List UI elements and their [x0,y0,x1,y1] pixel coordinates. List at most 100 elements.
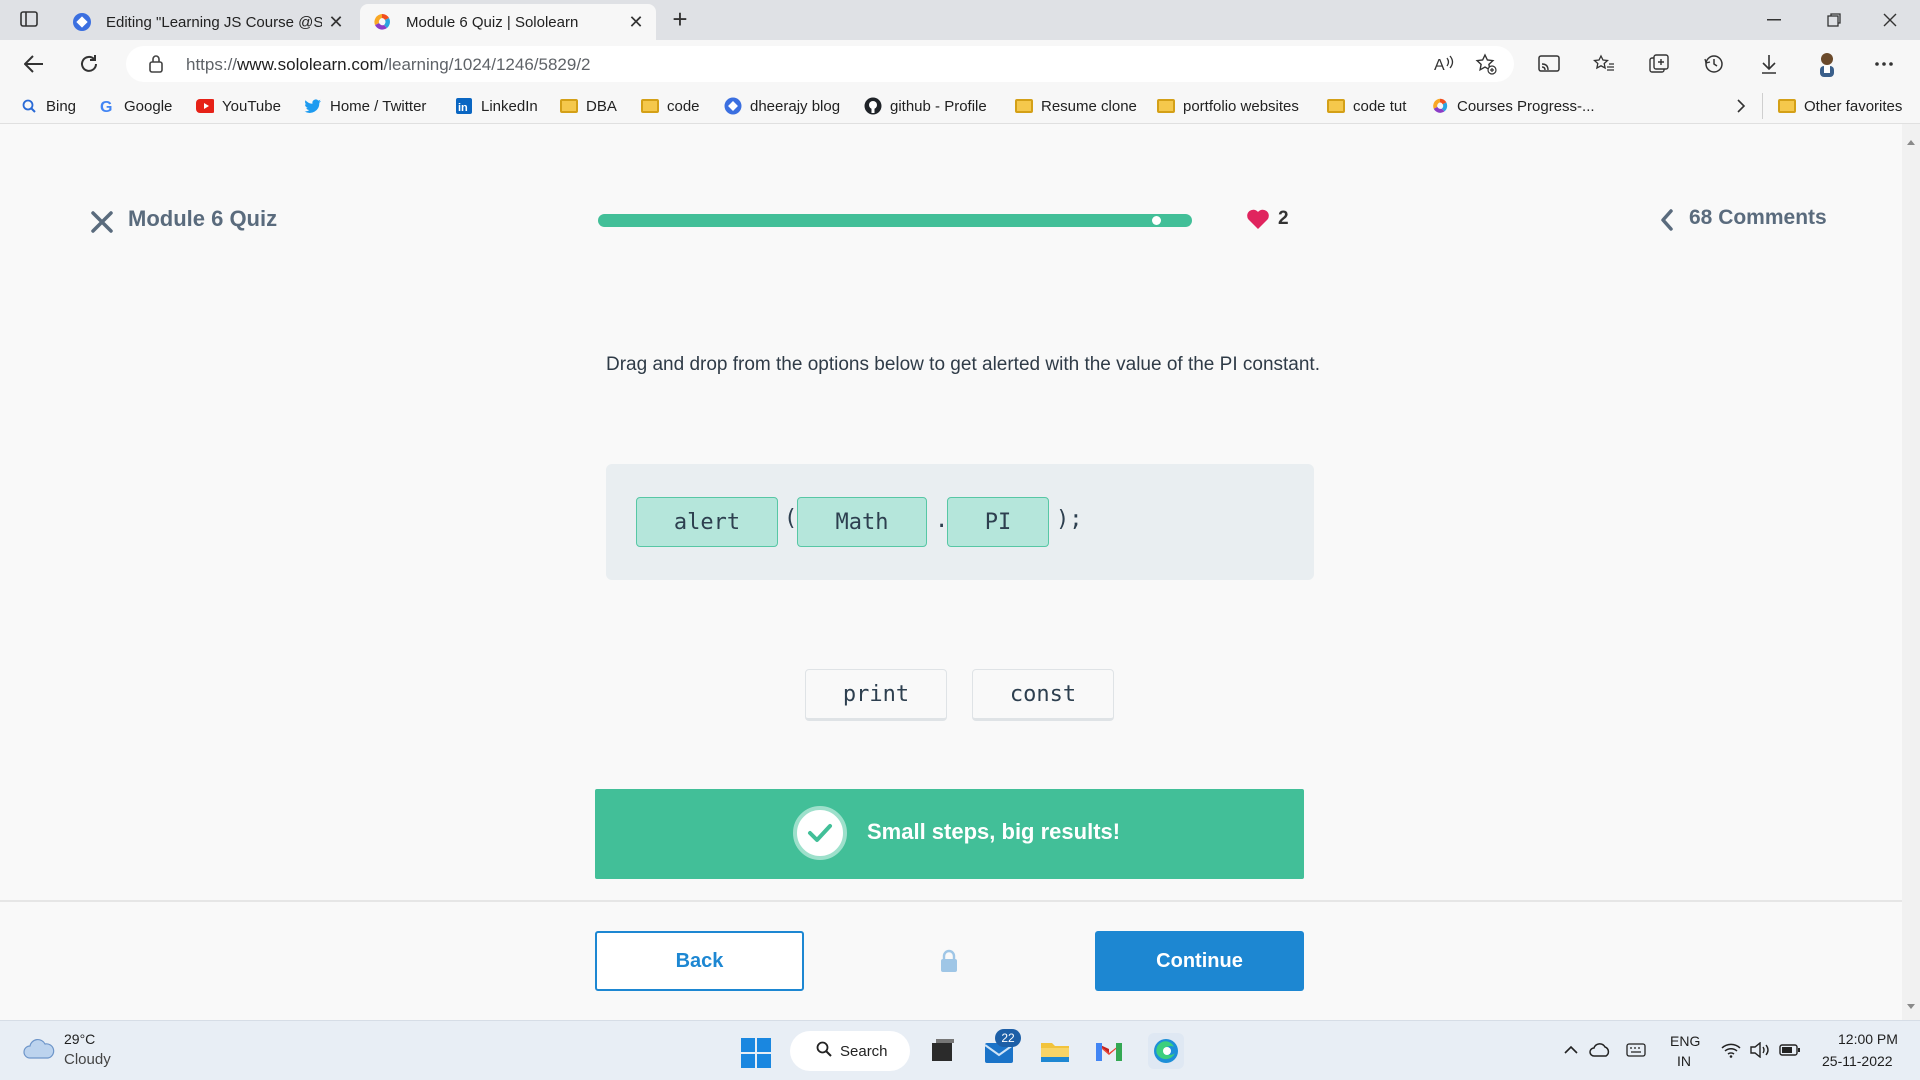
twitter-icon [304,97,322,115]
restore-icon[interactable] [1822,8,1846,32]
folder-icon [1157,97,1175,115]
fav-other-favorites[interactable]: Other favorites [1778,94,1902,118]
more-favorites-chevron-icon[interactable] [1736,94,1746,118]
onedrive-cloud-icon[interactable] [1589,1039,1611,1061]
fav-folder-resume[interactable]: Resume clone [1015,94,1137,118]
google-icon: G [98,97,116,115]
fav-github[interactable]: github - Profile [864,94,987,118]
folder-icon [641,97,659,115]
address-toolbar: https://www.sololearn.com/learning/1024/… [0,40,1920,88]
fav-label: Other favorites [1804,97,1903,115]
tab-title: Editing "Learning JS Course @So [106,13,322,31]
padlock-icon[interactable] [939,949,959,973]
tab-module-quiz[interactable]: Module 6 Quiz | Sololearn ✕ [360,4,656,40]
back-button[interactable]: Back [595,931,804,991]
heart-icon [1246,208,1270,230]
folder-icon [1015,97,1033,115]
fav-folder-code[interactable]: code [641,94,700,118]
clock-date[interactable]: 25-11-2022 [1822,1053,1893,1069]
scroll-down-arrow-icon[interactable] [1907,1004,1915,1009]
url-host: www.sololearn.com [237,55,384,74]
weather-condition[interactable]: Cloudy [64,1051,111,1068]
volume-icon[interactable] [1749,1039,1771,1061]
close-tab-icon[interactable]: ✕ [328,13,344,31]
fav-label: Resume clone [1041,97,1137,115]
lock-icon[interactable] [148,55,164,73]
quiz-page: Module 6 Quiz 2 68 Comments Drag and dro… [0,124,1902,1020]
progress-bar [598,214,1192,227]
mail-badge: 22 [995,1029,1021,1047]
answer-token-math[interactable]: Math [797,497,927,547]
clock-time[interactable]: 12:00 PM [1838,1031,1898,1047]
answer-token-alert[interactable]: alert [636,497,778,547]
wifi-icon[interactable] [1720,1039,1742,1061]
fav-folder-codetut[interactable]: code tut [1327,94,1406,118]
add-favorite-icon[interactable] [1472,50,1500,78]
new-tab-icon[interactable]: + [668,6,692,32]
download-icon[interactable] [1755,50,1783,78]
fav-label: Bing [46,97,77,115]
battery-icon[interactable] [1779,1039,1801,1061]
cast-icon[interactable] [1535,50,1563,78]
favorites-bar: Bing G Google YouTube Home / Twitter in … [0,88,1920,124]
language-region[interactable]: IN [1677,1053,1691,1069]
bing-search-icon [20,97,38,115]
option-print[interactable]: print [805,669,947,721]
task-view-icon[interactable] [926,1035,958,1067]
feedback-text: Small steps, big results! [867,819,1121,844]
question-text: Drag and drop from the options below to … [606,354,1320,375]
fav-bing[interactable]: Bing [20,94,76,118]
fav-google[interactable]: G Google [98,94,172,118]
sololearn-icon [1431,97,1449,115]
url-text: https://www.sololearn.com/learning/1024/… [186,55,591,75]
url-input[interactable]: https://www.sololearn.com/learning/1024/… [126,46,1514,82]
answer-token-pi[interactable]: PI [947,497,1049,547]
svg-text:G: G [100,99,112,114]
fav-label: LinkedIn [481,97,538,115]
read-aloud-icon[interactable]: A [1430,50,1458,78]
scroll-up-arrow-icon[interactable] [1907,140,1915,145]
profile-avatar[interactable] [1813,50,1841,78]
back-arrow-icon[interactable] [20,50,48,78]
close-window-icon[interactable] [1878,8,1902,32]
favorites-icon[interactable] [1590,50,1618,78]
edge-browser-icon[interactable] [1148,1033,1184,1069]
folder-icon [1778,97,1796,115]
fav-twitter[interactable]: Home / Twitter [304,94,426,118]
collections-icon[interactable] [1645,50,1673,78]
option-const[interactable]: const [972,669,1114,721]
more-menu-icon[interactable] [1870,50,1898,78]
continue-button[interactable]: Continue [1095,931,1304,991]
weather-temperature[interactable]: 29°C [64,1031,95,1047]
keyboard-icon[interactable] [1625,1039,1647,1061]
gmail-icon[interactable] [1093,1035,1125,1067]
fav-youtube[interactable]: YouTube [196,94,281,118]
answer-drop-area[interactable]: alert ( Math . PI ); [606,464,1314,580]
folder-icon [560,97,578,115]
footer-divider [0,900,1902,902]
close-tab-icon[interactable]: ✕ [628,13,644,31]
windows-start-icon[interactable] [741,1038,771,1068]
search-label: Search [840,1042,888,1060]
language-code[interactable]: ENG [1670,1033,1700,1049]
tab-editing-course[interactable]: Editing "Learning JS Course @So ✕ [60,4,356,40]
tab-actions-icon[interactable] [18,9,40,29]
fav-label: code [667,97,700,115]
minimize-icon[interactable] [1762,8,1786,32]
chevron-up-icon[interactable] [1560,1039,1582,1061]
fav-folder-portfolio[interactable]: portfolio websites [1157,94,1299,118]
file-explorer-icon[interactable] [1039,1035,1071,1067]
fav-courses-progress[interactable]: Courses Progress-... [1431,94,1595,118]
refresh-icon[interactable] [75,50,103,78]
close-quiz-icon[interactable] [88,208,116,236]
taskbar-search-button[interactable]: Search [790,1031,910,1071]
cloud-icon[interactable] [22,1037,56,1061]
history-icon[interactable] [1700,50,1728,78]
page-scrollbar[interactable] [1902,124,1920,1020]
comments-link[interactable]: 68 Comments [1689,206,1827,230]
fav-linkedin[interactable]: in LinkedIn [455,94,538,118]
fav-folder-dba[interactable]: DBA [560,94,617,118]
fav-blog[interactable]: dheerajy blog [724,94,840,118]
youtube-icon [196,97,214,115]
chevron-left-icon[interactable] [1659,208,1675,232]
